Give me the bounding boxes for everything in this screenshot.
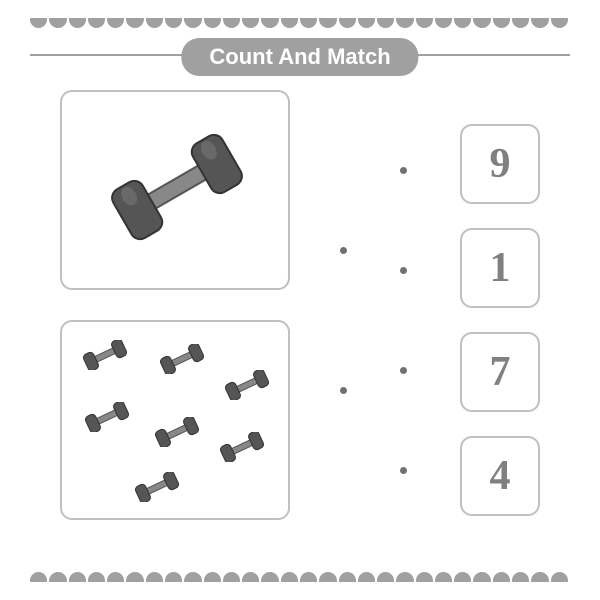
number-option-2[interactable]: 7 — [460, 332, 540, 412]
dumbbell-icon — [157, 344, 207, 374]
number-option-1[interactable]: 1 — [460, 228, 540, 308]
page-title: Count And Match — [181, 38, 418, 76]
match-dot[interactable] — [340, 247, 347, 254]
dumbbell-icon — [222, 370, 272, 400]
dumbbell-icon — [82, 402, 132, 432]
match-dot[interactable] — [400, 467, 407, 474]
dumbbell-icon — [102, 117, 252, 257]
dumbbell-icon — [152, 417, 202, 447]
match-dot[interactable] — [340, 387, 347, 394]
match-dot[interactable] — [400, 367, 407, 374]
dumbbell-icon — [132, 472, 182, 502]
match-dot[interactable] — [400, 267, 407, 274]
count-column — [60, 90, 300, 550]
worksheet-content: 9 1 7 4 — [60, 90, 540, 550]
border-bottom — [30, 572, 570, 582]
right-match-dots — [400, 90, 420, 550]
left-match-dots — [340, 90, 360, 550]
number-option-0[interactable]: 9 — [460, 124, 540, 204]
match-dot[interactable] — [400, 167, 407, 174]
number-option-3[interactable]: 4 — [460, 436, 540, 516]
count-box-2[interactable] — [60, 320, 290, 520]
count-box-1[interactable] — [60, 90, 290, 290]
numbers-column: 9 1 7 4 — [460, 90, 540, 550]
dumbbell-icon — [217, 432, 267, 462]
dumbbell-icon — [80, 340, 130, 370]
border-top — [30, 18, 570, 28]
